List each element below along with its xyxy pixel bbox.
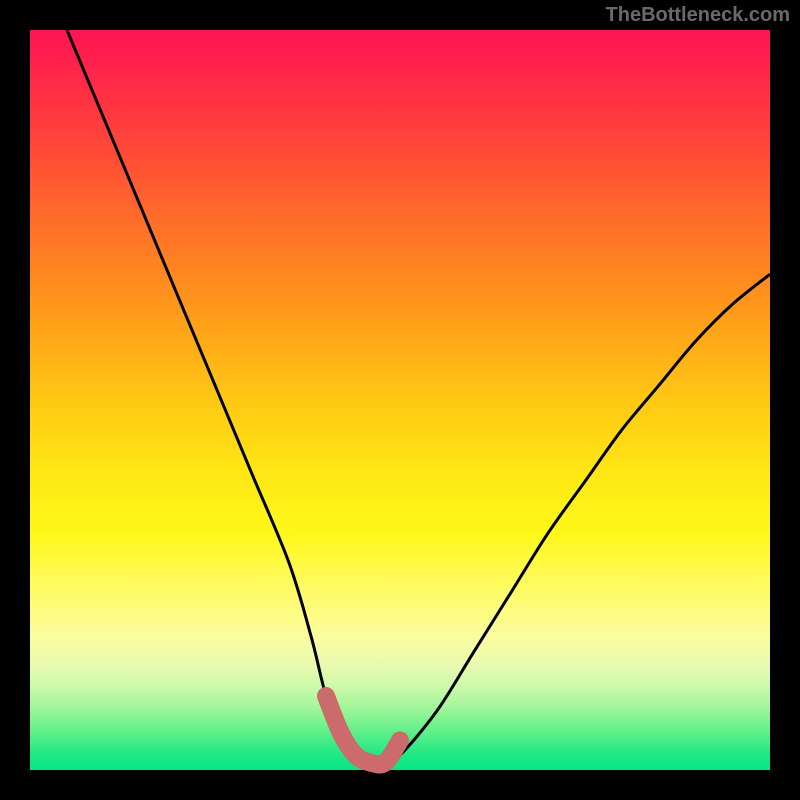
bottleneck-curve-path (67, 30, 770, 764)
curve-svg (30, 30, 770, 770)
watermark-label: TheBottleneck.com (606, 4, 790, 27)
chart-frame: TheBottleneck.com (0, 0, 800, 800)
optimal-range-highlight (326, 696, 400, 765)
plot-area (30, 30, 770, 770)
